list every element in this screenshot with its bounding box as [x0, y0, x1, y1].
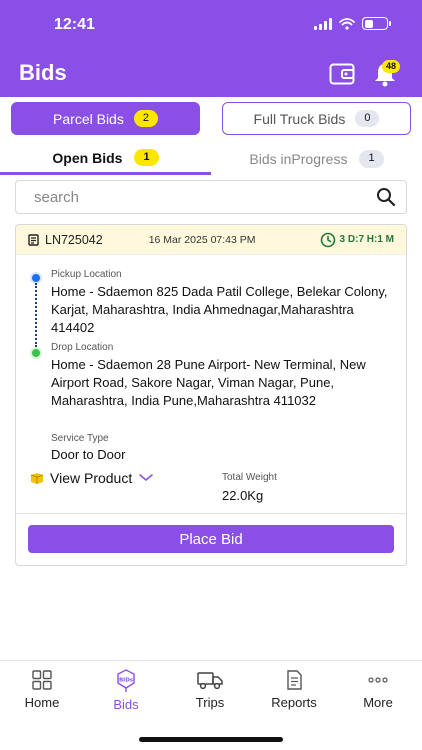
- lr-number: LN725042: [45, 232, 103, 247]
- pickup-label: Pickup Location: [51, 269, 122, 280]
- drop-location: Drop Location Home - Sdaemon 28 Pune Air…: [51, 342, 396, 410]
- tab-parcel-bids[interactable]: Parcel Bids 2: [11, 102, 200, 135]
- nav-item-more[interactable]: More: [336, 669, 420, 710]
- time-left-text: 3 D:7 H:1 M: [339, 234, 394, 245]
- nav-label: Reports: [271, 695, 317, 710]
- pickup-address: Home - Sdaemon 825 Dada Patil College, B…: [51, 284, 388, 335]
- notification-badge: 48: [382, 60, 401, 73]
- weight-label: Total Weight: [222, 472, 277, 483]
- bids-icon: BIDs: [117, 669, 135, 692]
- bid-date: 16 Mar 2025 07:43 PM: [148, 233, 256, 246]
- drop-label: Drop Location: [51, 342, 114, 353]
- nav-item-trips[interactable]: Trips: [168, 669, 252, 710]
- bid-card-header: LN725042 16 Mar 2025 07:43 PM 3 D:7 H:1 …: [16, 225, 406, 255]
- nav-item-reports[interactable]: Reports: [252, 669, 336, 710]
- search-bar: [15, 180, 407, 214]
- receipt-icon: [28, 233, 39, 246]
- tab-open-bids[interactable]: Open Bids 1: [0, 143, 211, 175]
- status-icons: [314, 17, 391, 30]
- nav-item-bids[interactable]: BIDs Bids: [84, 669, 168, 712]
- service-type: Service Type Door to Door: [51, 433, 125, 462]
- more-dots-icon: [368, 677, 388, 683]
- drop-marker-icon: [32, 349, 40, 357]
- nav-label: More: [363, 695, 393, 710]
- tab-label: Open Bids: [52, 149, 123, 166]
- search-input[interactable]: [34, 188, 376, 206]
- nav-item-home[interactable]: Home: [0, 669, 84, 710]
- drop-address: Home - Sdaemon 28 Pune Airport- New Term…: [51, 357, 366, 408]
- bid-card: LN725042 16 Mar 2025 07:43 PM 3 D:7 H:1 …: [15, 224, 407, 566]
- tab-label: Parcel Bids: [53, 110, 124, 127]
- nav-label: Bids: [113, 697, 139, 712]
- pickup-marker-icon: [32, 274, 40, 282]
- svg-text:BIDs: BIDs: [119, 678, 134, 684]
- app-header: 12:41 Bids 48: [0, 0, 422, 97]
- card-divider: [16, 513, 406, 514]
- tab-full-truck-bids[interactable]: Full Truck Bids 0: [222, 102, 411, 135]
- route-line: [35, 283, 37, 347]
- search-icon[interactable]: [376, 187, 396, 207]
- nav-label: Trips: [195, 695, 225, 710]
- box-icon: [30, 473, 44, 484]
- weight-value: 22.0Kg: [222, 488, 264, 503]
- chevron-down-icon: [139, 474, 154, 482]
- count-badge: 1: [134, 148, 159, 167]
- wifi-icon: [339, 17, 355, 30]
- count-badge: 2: [133, 109, 158, 128]
- truck-icon: [197, 672, 223, 690]
- signal-icon: [314, 17, 332, 30]
- time-left: 3 D:7 H:1 M: [320, 232, 394, 248]
- total-weight: Total Weight 22.0Kg: [222, 472, 277, 505]
- battery-icon: [362, 17, 391, 30]
- place-bid-button[interactable]: Place Bid: [28, 525, 394, 553]
- pickup-location: Pickup Location Home - Sdaemon 825 Dada …: [51, 269, 396, 337]
- wallet-icon[interactable]: [329, 63, 355, 85]
- grid-icon: [32, 670, 52, 690]
- clock-icon: [320, 232, 335, 247]
- nav-label: Home: [24, 695, 60, 710]
- service-value: Door to Door: [51, 447, 126, 462]
- tab-label: Bids inProgress: [249, 151, 348, 167]
- tab-label: Full Truck Bids: [253, 110, 346, 127]
- service-label: Service Type: [51, 433, 109, 444]
- view-product-label: View Product: [50, 470, 133, 486]
- count-badge: 1: [359, 150, 384, 168]
- view-product-toggle[interactable]: View Product: [30, 470, 154, 486]
- tab-bids-in-progress[interactable]: Bids inProgress 1: [211, 143, 422, 175]
- status-time: 12:41: [54, 16, 95, 33]
- count-badge: 0: [355, 109, 380, 128]
- home-indicator: [139, 737, 283, 742]
- document-icon: [287, 670, 302, 690]
- page-title: Bids: [19, 60, 67, 85]
